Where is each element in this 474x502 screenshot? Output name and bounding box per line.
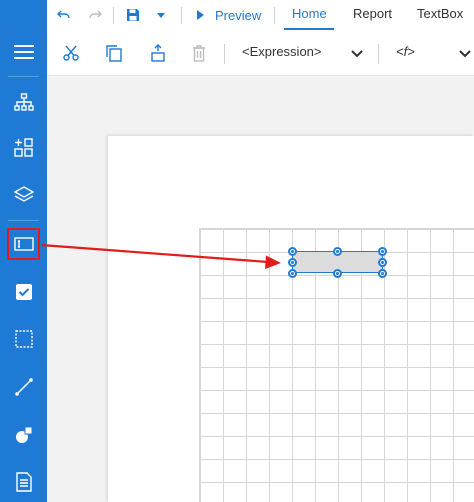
cut-icon[interactable] [61, 43, 81, 63]
tab-home[interactable]: Home [292, 0, 327, 30]
add-component-icon[interactable] [0, 130, 47, 166]
top-toolbar: Preview Home Report TextBox [47, 0, 474, 30]
delete-icon[interactable] [189, 42, 209, 64]
resize-handle-bottom-right[interactable] [378, 269, 387, 278]
tab-report[interactable]: Report [353, 0, 392, 30]
tab-textbox[interactable]: TextBox [417, 0, 463, 30]
toolbar-divider [378, 44, 379, 64]
hamburger-menu-icon[interactable] [0, 34, 47, 70]
resize-handle-top-right[interactable] [378, 247, 387, 256]
resize-handle-top[interactable] [333, 247, 342, 256]
hierarchy-icon[interactable] [0, 84, 47, 120]
toolbar-divider [274, 7, 275, 24]
resize-handle-right[interactable] [378, 258, 387, 267]
expression-dropdown[interactable]: <Expression> [242, 44, 322, 59]
expression-chevron-down-icon[interactable] [349, 46, 365, 62]
checkbox-tool-icon[interactable] [0, 274, 47, 310]
save-icon[interactable] [125, 7, 141, 23]
sidebar-divider [8, 76, 39, 77]
ribbon-toolbar: <Expression> <f> [47, 30, 474, 76]
toolbar-divider [113, 7, 114, 24]
resize-handle-left[interactable] [288, 258, 297, 267]
undo-icon[interactable] [55, 7, 71, 23]
left-sidebar [0, 0, 47, 502]
textbox-tool-highlight [7, 228, 40, 260]
redo-icon[interactable] [87, 7, 103, 23]
function-dropdown[interactable]: <f> [396, 44, 415, 59]
rectangle-tool-icon[interactable] [0, 321, 47, 357]
sidebar-divider [8, 220, 39, 221]
toolbar-divider [181, 7, 182, 24]
copy-icon[interactable] [104, 43, 124, 63]
resize-handle-top-left[interactable] [288, 247, 297, 256]
toolbar-divider [224, 44, 225, 64]
function-chevron-down-icon[interactable] [457, 46, 473, 62]
line-tool-icon[interactable] [0, 369, 47, 405]
save-options-chevron-icon[interactable] [155, 9, 167, 21]
preview-button[interactable]: Preview [197, 0, 261, 30]
resize-handle-bottom-left[interactable] [288, 269, 297, 278]
paste-icon[interactable] [148, 42, 168, 64]
preview-label: Preview [215, 7, 262, 23]
layers-icon[interactable] [0, 177, 47, 213]
shape-tool-icon[interactable] [0, 417, 47, 453]
report-doc-icon[interactable] [0, 464, 47, 500]
play-icon [197, 10, 204, 20]
resize-handle-bottom[interactable] [333, 269, 342, 278]
